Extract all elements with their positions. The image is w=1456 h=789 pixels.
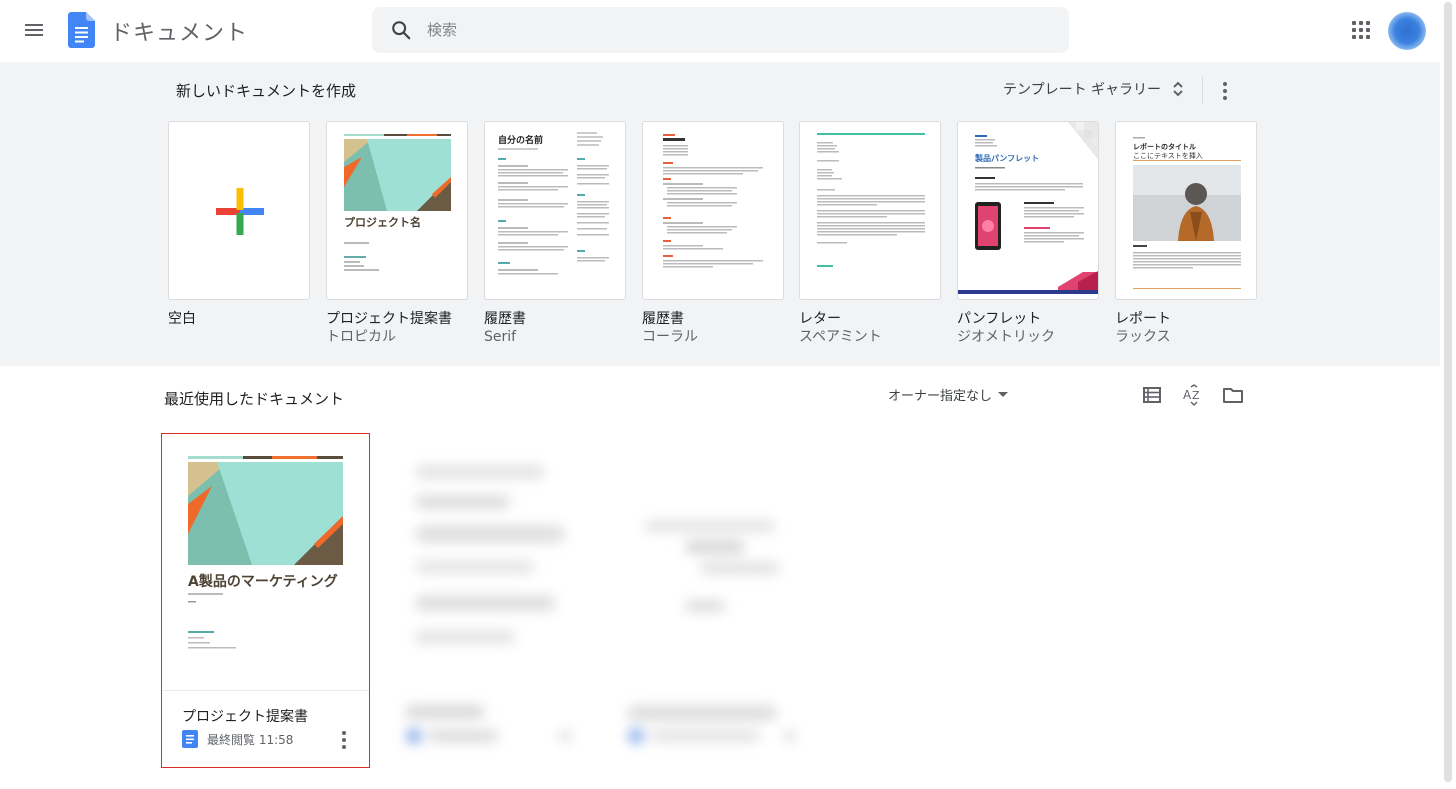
sort-az-icon[interactable]: A Z [1182, 384, 1204, 406]
last-opened-time: 最終閲覧 11:58 [207, 732, 294, 747]
template-resume-serif[interactable]: 自分の名前 履歴書 Serif [484, 121, 626, 346]
template-more-icon[interactable] [1222, 81, 1228, 101]
document-title: プロジェクト提案書 [182, 709, 308, 725]
apps-grid-icon[interactable] [1350, 19, 1372, 41]
folder-icon[interactable] [1222, 384, 1244, 406]
template-resume-coral[interactable]: 履歴書 コーラル [642, 121, 784, 346]
recent-document-card[interactable]: A製品のマーケティング プロジェクト提案書 最終閲覧 11:58 [161, 433, 370, 768]
template-style: トロピカル [326, 329, 396, 345]
template-style: ラックス [1115, 329, 1171, 345]
template-style: スペアミント [799, 329, 882, 345]
caret-down-icon [998, 392, 1009, 397]
search-input[interactable] [427, 7, 1027, 53]
template-thumbnail [642, 121, 784, 300]
document-more-icon[interactable] [341, 730, 347, 750]
template-section: 新しいドキュメントを作成 テンプレート ギャラリー 空白 プロジェクト名 プロジ… [0, 62, 1440, 366]
account-avatar[interactable] [1388, 12, 1426, 50]
document-thumbnail: A製品のマーケティング [162, 434, 369, 691]
document-meta: 最終閲覧 11:58 [182, 730, 293, 748]
app-title[interactable]: ドキュメント [110, 15, 248, 47]
template-thumb-title: 製品パンフレット [975, 154, 1040, 163]
template-thumbnail: プロジェクト名 [326, 121, 468, 300]
docs-logo-icon[interactable] [68, 12, 95, 48]
owner-filter-label: オーナー指定なし [888, 389, 993, 404]
divider [1202, 76, 1203, 104]
template-thumb-title: 自分の名前 [498, 136, 544, 146]
letter-art [817, 133, 925, 267]
template-name: パンフレット [957, 311, 1042, 327]
svg-text:Z: Z [1192, 389, 1200, 402]
template-name: レター [799, 311, 841, 327]
template-thumbnail [168, 121, 310, 300]
template-report-luxe[interactable]: レポートのタイトル ここにテキストを挿入 レポート ラックス [1115, 121, 1257, 346]
template-brochure-geometric[interactable]: 製品パンフレット パンフレット ジオメトリック [957, 121, 1099, 346]
blurred-document-thumbnail[interactable] [640, 500, 790, 620]
template-thumbnail: 製品パンフレット [957, 121, 1099, 300]
owner-filter-dropdown[interactable]: オーナー指定なし [888, 385, 1009, 404]
template-project-proposal[interactable]: プロジェクト名 プロジェクト提案書 トロピカル [326, 121, 468, 346]
unfold-icon [1173, 81, 1183, 97]
search-box[interactable] [372, 7, 1069, 53]
template-thumb-subtitle: ここにテキストを挿入 [1133, 152, 1203, 160]
app-header: ドキュメント [0, 0, 1456, 60]
template-gallery-button[interactable]: テンプレート ギャラリー [1003, 79, 1185, 99]
tropical-thumbnail-art [188, 456, 343, 649]
scrollbar-thumb[interactable] [1444, 2, 1452, 782]
coral-resume-art [663, 134, 763, 268]
plus-icon [216, 188, 264, 235]
docs-file-icon [182, 730, 198, 748]
main-menu-icon[interactable] [22, 18, 46, 42]
template-gallery-label: テンプレート ギャラリー [1003, 82, 1162, 98]
template-style: コーラル [642, 329, 698, 345]
template-style: ジオメトリック [957, 329, 1055, 345]
template-thumbnail [799, 121, 941, 300]
blurred-document-info[interactable] [622, 700, 802, 752]
recent-documents-heading: 最近使用したドキュメント [164, 390, 345, 408]
template-name: 履歴書 [484, 311, 526, 327]
template-thumbnail: レポートのタイトル ここにテキストを挿入 [1115, 121, 1257, 300]
svg-text:A: A [1183, 388, 1192, 402]
template-name: レポート [1115, 311, 1171, 327]
resume-lines-art [498, 132, 609, 275]
template-thumbnail: 自分の名前 [484, 121, 626, 300]
template-letter-spearmint[interactable]: レター スペアミント [799, 121, 941, 346]
tropical-thumbnail-art [344, 134, 451, 271]
blurred-document-thumbnail[interactable] [405, 455, 585, 680]
new-document-heading: 新しいドキュメントを作成 [176, 82, 357, 100]
list-view-icon[interactable] [1141, 384, 1163, 406]
template-thumb-title: プロジェクト名 [344, 216, 421, 229]
template-name: プロジェクト提案書 [326, 311, 452, 327]
document-thumb-title: A製品のマーケティング [188, 574, 338, 590]
brochure-art [958, 122, 1098, 294]
template-blank[interactable]: 空白 [168, 121, 310, 328]
template-name: 空白 [168, 311, 196, 327]
template-name: 履歴書 [642, 311, 684, 327]
search-icon[interactable] [390, 19, 412, 41]
blurred-document-info[interactable] [400, 700, 580, 752]
template-style: Serif [484, 329, 517, 345]
